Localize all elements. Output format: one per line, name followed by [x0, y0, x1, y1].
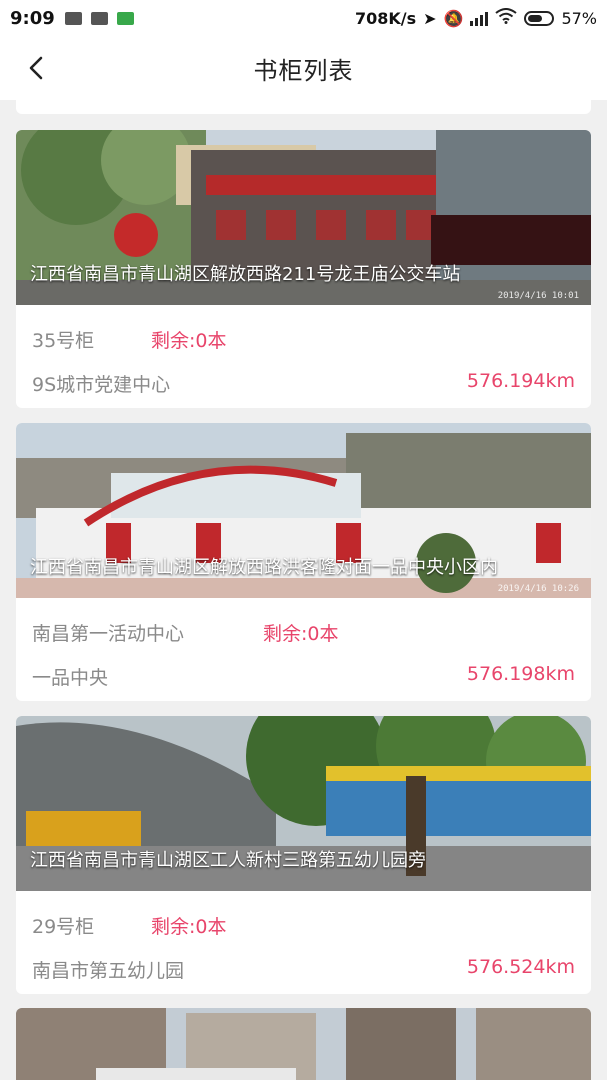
back-button[interactable] [22, 53, 52, 83]
cabinet-address: 江西省南昌市青山湖区工人新村三路第五幼儿园旁 [30, 850, 426, 871]
cabinet-place: 9S城市党建中心 [32, 374, 171, 396]
signal-icon [470, 10, 489, 26]
remaining-count: 剩余:0本 [151, 916, 227, 938]
cabinet-distance: 576.524km [466, 956, 575, 978]
mute-icon: 🔕 [443, 8, 464, 28]
cabinet-number: 29号柜 [32, 916, 95, 938]
cabinet-address: 江西省南昌市青山湖区解放西路洪客隆对面一品中央小区内 [30, 557, 498, 578]
message-icon [90, 11, 108, 25]
cabinet-distance: 576.194km [466, 370, 575, 392]
message-icon [64, 11, 82, 25]
cabinet-place: 一品中央 [32, 667, 109, 689]
photo-timestamp: 2019/4/16 10:26 [497, 584, 579, 594]
app-header: 书柜列表 [0, 36, 607, 100]
cabinet-info: 南昌第一活动中心 剩余:0本 一品中央 576.198km [16, 598, 591, 701]
status-bar: 9:09 708K/s ➤ 🔕 57% [0, 0, 607, 36]
list-item[interactable]: 江西省南昌市青山湖区工人新村三路第五幼儿园旁 29号柜 剩余:0本 南昌市第五幼… [16, 716, 591, 994]
remaining-count: 剩余:0本 [263, 623, 339, 645]
cabinet-info: 29号柜 剩余:0本 南昌市第五幼儿园 576.524km [16, 891, 591, 994]
cabinet-photo: 江西省南昌市青山湖区解放西路洪客隆对面一品中央小区内 2019/4/16 10:… [16, 423, 591, 598]
network-speed: 708K/s [354, 8, 417, 28]
cabinet-address: 江西省南昌市青山湖区解放西路211号龙王庙公交车站 [30, 264, 461, 285]
wifi-icon [495, 8, 518, 28]
cabinet-photo: 江西省南昌市青山湖区工人新村三路第五幼儿园旁 [16, 716, 591, 891]
cabinet-list[interactable]: 江西省南昌市青山湖区解放西路211号龙王庙公交车站 2019/4/16 10:0… [0, 100, 607, 1080]
page-title: 书柜列表 [253, 56, 354, 85]
cabinet-distance: 576.198km [466, 663, 575, 685]
cabinet-photo [16, 1008, 591, 1080]
battery-level: 57% [561, 8, 597, 28]
remaining-count: 剩余:0本 [151, 330, 227, 352]
list-item[interactable]: 江西省南昌市青山湖区解放西路洪客隆对面一品中央小区内 2019/4/16 10:… [16, 423, 591, 701]
list-item-partial[interactable] [16, 1008, 591, 1080]
cabinet-number: 35号柜 [32, 330, 95, 352]
battery-icon [524, 10, 555, 26]
location-icon: ➤ [423, 8, 437, 28]
cabinet-photo: 江西省南昌市青山湖区解放西路211号龙王庙公交车站 2019/4/16 10:0… [16, 130, 591, 305]
cabinet-info: 35号柜 剩余:0本 9S城市党建中心 576.194km [16, 305, 591, 408]
status-right: 708K/s ➤ 🔕 57% [355, 8, 597, 28]
list-item[interactable]: 江西省南昌市青山湖区解放西路211号龙王庙公交车站 2019/4/16 10:0… [16, 130, 591, 408]
photo-timestamp: 2019/4/16 10:01 [497, 291, 579, 301]
app-notification-icon [116, 11, 134, 25]
chevron-left-icon [29, 56, 43, 80]
status-time: 9:09 [10, 7, 55, 29]
cabinet-place: 南昌市第五幼儿园 [32, 960, 185, 982]
cabinet-number: 南昌第一活动中心 [32, 623, 185, 645]
list-item-partial[interactable] [16, 100, 591, 114]
